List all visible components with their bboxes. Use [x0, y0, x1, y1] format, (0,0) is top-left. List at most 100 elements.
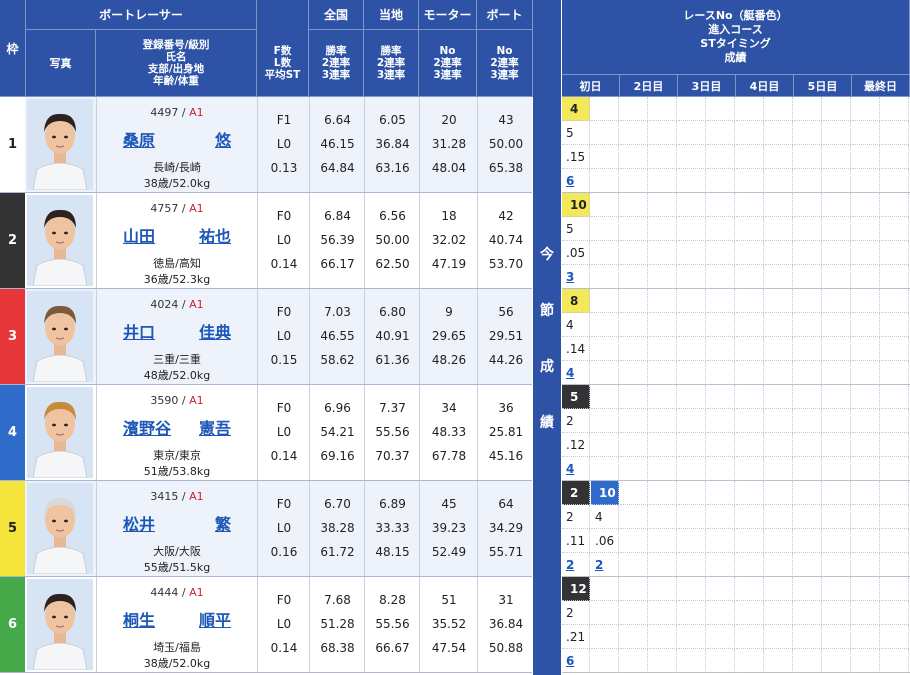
- result-rank-text[interactable]: 4: [566, 462, 574, 476]
- result-course-text: 2: [566, 605, 574, 620]
- results-cell: [852, 505, 880, 529]
- racer-given-name[interactable]: 憲吾: [199, 415, 231, 439]
- racer-name-link[interactable]: 桑原 悠: [123, 127, 231, 151]
- result-rank[interactable]: 3: [562, 265, 590, 289]
- results-cell: [765, 649, 793, 673]
- loc-value-1: 6.80: [379, 305, 406, 319]
- result-rank-text[interactable]: 3: [566, 270, 574, 284]
- loc-value-2: 55.56: [375, 425, 410, 439]
- rate-line: 3連率: [376, 69, 406, 81]
- result-rank[interactable]: 2: [591, 553, 619, 577]
- results-cell: [823, 481, 851, 505]
- results-cell: [881, 145, 909, 169]
- results-cell: [591, 649, 619, 673]
- results-cell: [591, 601, 619, 625]
- results-cell: [794, 145, 822, 169]
- results-cell: [707, 361, 735, 385]
- results-cell: [823, 457, 851, 481]
- loc-cell: 6.05 36.84 63.16: [364, 97, 420, 192]
- f-header-line: 平均ST: [264, 69, 301, 81]
- results-cell: [649, 97, 677, 121]
- no-line: 3連率: [490, 69, 519, 81]
- day-header-2: 2日目: [620, 75, 678, 97]
- motor-value-3: 47.19: [431, 257, 467, 271]
- racer-name-link[interactable]: 桐生 順平: [123, 607, 231, 631]
- waku-number: 4: [0, 385, 25, 480]
- result-rank-text[interactable]: 6: [566, 654, 574, 668]
- info-header-line: 登録番号/級別: [142, 39, 210, 51]
- result-st-text: .06: [595, 533, 615, 548]
- results-cell: [736, 601, 764, 625]
- motor-cell: 51 35.52 47.54: [419, 577, 478, 672]
- results-cell: [707, 505, 735, 529]
- fl-cell: F0 L0 0.14: [257, 385, 310, 480]
- race-entry-table: 枠 ボートレーサー 写真 登録番号/級別 氏名 支部/出身地 年齢/体重 F数 …: [0, 0, 910, 675]
- racer-given-name[interactable]: 順平: [199, 607, 231, 631]
- results-cell: [765, 241, 793, 265]
- racer-given-name[interactable]: 繁: [215, 511, 231, 535]
- results-cell: [852, 121, 880, 145]
- results-cell: [620, 553, 648, 577]
- result-rank[interactable]: 4: [562, 361, 590, 385]
- motor-value-3: 48.26: [431, 353, 467, 367]
- racer-family-name[interactable]: 桐生: [123, 607, 155, 631]
- l-count: L0: [276, 329, 292, 343]
- nat-cell: 6.84 56.39 66.17: [309, 193, 365, 288]
- results-cell: [620, 601, 648, 625]
- result-rank[interactable]: 6: [562, 169, 590, 193]
- racer-family-name[interactable]: 桑原: [123, 127, 155, 151]
- nat-value-2: 46.55: [320, 329, 355, 343]
- results-cell: [591, 361, 619, 385]
- registration-number: 3590: [150, 394, 179, 407]
- rate-line: 2連率: [321, 57, 351, 69]
- results-cell: [736, 529, 764, 553]
- results-cell: [852, 169, 880, 193]
- racer-name-link[interactable]: 井口 佳典: [123, 319, 231, 343]
- result-rank-text[interactable]: 4: [566, 366, 574, 380]
- results-cell: [678, 241, 706, 265]
- racer-name-link[interactable]: 濱野谷 憲吾: [123, 415, 231, 439]
- results-cell: [707, 313, 735, 337]
- registration-number: 4757: [150, 202, 179, 215]
- racer-family-name[interactable]: 濱野谷: [123, 415, 171, 439]
- nat-value-1: 6.64: [324, 113, 351, 127]
- racer-name-link[interactable]: 松井 繁: [123, 511, 231, 535]
- results-cell: [736, 481, 764, 505]
- results-row: 2 2 .11 2 10 4 .06 2: [562, 481, 910, 577]
- results-cell: [591, 337, 619, 361]
- result-rank-text[interactable]: 2: [595, 558, 603, 572]
- results-cell: [794, 457, 822, 481]
- result-rank[interactable]: 6: [562, 649, 590, 673]
- result-rank[interactable]: 4: [562, 457, 590, 481]
- f-count: F0: [276, 401, 292, 415]
- result-rank-text[interactable]: 6: [566, 174, 574, 188]
- racer-family-name[interactable]: 井口: [123, 319, 155, 343]
- result-rank[interactable]: 2: [562, 553, 590, 577]
- loc-cell: 7.37 55.56 70.37: [364, 385, 420, 480]
- results-cell: [678, 145, 706, 169]
- results-cell: [736, 361, 764, 385]
- boat-value-3: 55.71: [488, 545, 524, 559]
- results-cell: [765, 337, 793, 361]
- result-course-text: 5: [566, 125, 574, 140]
- registration-number: 4497: [150, 106, 179, 119]
- results-cell: [620, 265, 648, 289]
- results-row: 5 2 .12 4: [562, 385, 910, 481]
- result-race-text: 4: [570, 101, 579, 116]
- loc-value-1: 6.05: [379, 113, 406, 127]
- results-cell: [591, 169, 619, 193]
- result-rank-text[interactable]: 2: [566, 558, 574, 572]
- racer-given-name[interactable]: 佳典: [199, 319, 231, 343]
- racer-given-name[interactable]: 祐也: [199, 223, 231, 247]
- f-count: F0: [276, 209, 292, 223]
- fl-cell: F1 L0 0.13: [257, 97, 310, 192]
- motor-header: モーター: [419, 0, 477, 30]
- l-count: L0: [276, 425, 292, 439]
- result-st-text: .11: [566, 533, 586, 548]
- racer-given-name[interactable]: 悠: [215, 127, 231, 151]
- racer-family-name[interactable]: 山田: [123, 223, 155, 247]
- racer-name-link[interactable]: 山田 祐也: [123, 223, 231, 247]
- racer-family-name[interactable]: 松井: [123, 511, 155, 535]
- results-cell: [678, 313, 706, 337]
- motor-value-2: 39.23: [431, 521, 467, 535]
